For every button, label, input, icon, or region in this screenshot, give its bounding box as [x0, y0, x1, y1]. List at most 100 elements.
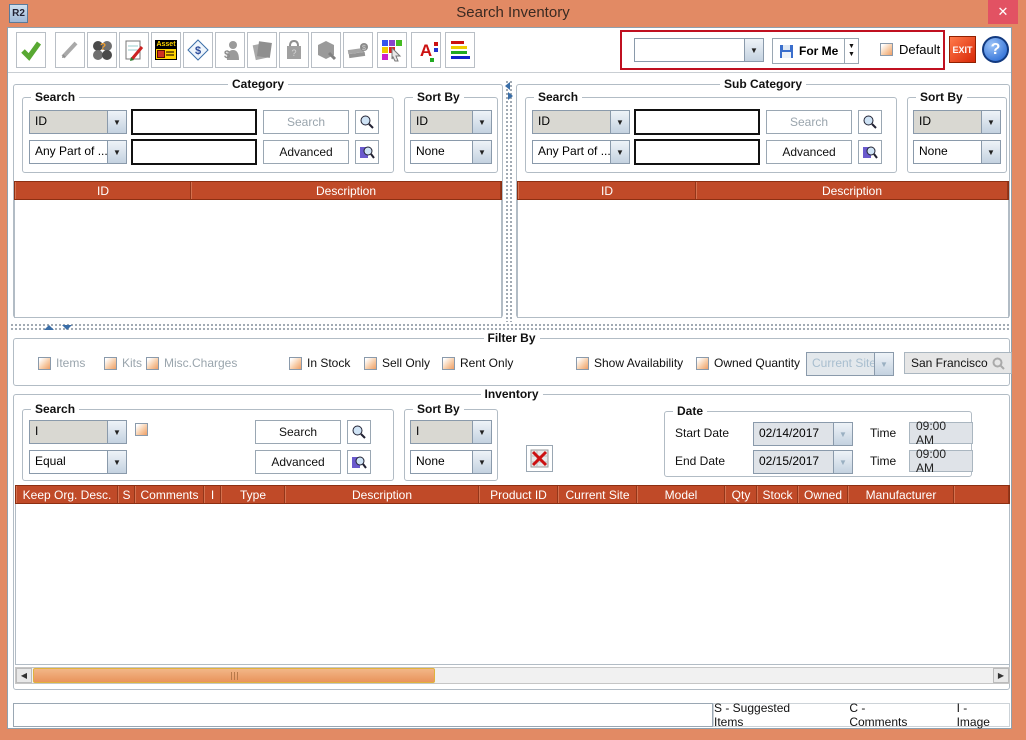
inventory-search-button[interactable]: Search — [255, 420, 341, 444]
advanced-search-icon[interactable] — [858, 140, 882, 164]
default-checkbox[interactable] — [880, 43, 893, 56]
stack-tag-icon: $ — [343, 32, 373, 68]
search-inventory-window: R2 Search Inventory ✕ ? Asset $ — [0, 0, 1026, 740]
chevron-down-icon[interactable]: ▼ — [107, 111, 126, 133]
owned-quantity-checkbox[interactable] — [696, 357, 709, 370]
svg-text:$: $ — [362, 45, 366, 52]
vertical-splitter[interactable] — [505, 80, 514, 322]
category-table-body[interactable] — [14, 200, 502, 318]
chevron-down-icon[interactable]: ▼ — [610, 141, 629, 163]
chevron-down-icon[interactable]: ▼ — [744, 39, 763, 61]
scroll-left-icon[interactable]: ◀ — [16, 668, 32, 683]
category-title: Category — [228, 77, 288, 91]
subcategory-search-input-2[interactable] — [634, 139, 760, 165]
scroll-right-icon[interactable]: ▶ — [993, 668, 1009, 683]
sell-only-checkbox[interactable] — [364, 357, 377, 370]
chevron-down-icon[interactable]: ▼ — [472, 111, 491, 133]
subcategory-title: Sub Category — [720, 77, 806, 91]
subcategory-table-body[interactable] — [517, 200, 1009, 318]
subcategory-match-combo[interactable]: Any Part of ...▼ — [532, 140, 630, 164]
category-match-combo[interactable]: Any Part of ...▼ — [29, 140, 127, 164]
inventory-match-combo[interactable]: Equal▼ — [29, 450, 127, 474]
chevron-down-icon[interactable]: ▼ — [472, 421, 491, 443]
inventory-sort-primary[interactable]: I▼ — [410, 420, 492, 444]
advanced-search-icon[interactable] — [355, 140, 379, 164]
asset-calculator-icon[interactable]: Asset — [151, 32, 181, 68]
bag-question-icon: ? — [279, 32, 309, 68]
current-site-combo: Current Site ▼ — [806, 352, 894, 376]
items-query-icon[interactable]: ? — [87, 32, 117, 68]
start-date-label: Start Date — [675, 426, 729, 440]
profile-combo[interactable]: ▼ — [634, 38, 764, 62]
subcategory-sort-secondary[interactable]: None▼ — [913, 140, 1001, 164]
chevron-down-icon[interactable]: ▼ — [981, 141, 1000, 163]
site-search-icon — [992, 357, 1005, 370]
filter-by-title: Filter By — [483, 331, 539, 345]
chevron-down-icon[interactable]: ▼ — [107, 421, 126, 443]
inventory-table-header[interactable]: Keep Org. Desc. S Comments I Type Descri… — [15, 485, 1010, 504]
start-date-combo: 02/14/2017 ▼ — [753, 422, 853, 446]
search-magnifier-icon[interactable] — [355, 110, 379, 134]
scrollbar-thumb[interactable] — [33, 668, 435, 683]
chevron-down-icon[interactable]: ▼ — [472, 451, 491, 473]
category-sortby-group: Sort By ID▼ None▼ — [404, 97, 498, 173]
splitter-down-icon[interactable] — [62, 325, 72, 330]
inventory-sort-secondary[interactable]: None▼ — [410, 450, 492, 474]
font-color-icon[interactable]: A — [411, 32, 441, 68]
box-search-icon — [311, 32, 341, 68]
exit-button[interactable]: EXIT — [949, 36, 976, 63]
show-availability-checkbox[interactable] — [576, 357, 589, 370]
profile-spinner[interactable]: ▼▼ — [844, 38, 859, 64]
rent-only-checkbox[interactable] — [442, 357, 455, 370]
clear-grid-icon[interactable] — [526, 445, 553, 472]
category-table-header[interactable]: ID Description — [14, 181, 502, 200]
help-button[interactable]: ? — [982, 36, 1009, 63]
category-panel: Category Search ID▼ Search Any Part of .… — [13, 84, 503, 318]
price-tag-icon[interactable]: $ — [183, 32, 213, 68]
subcategory-sort-primary[interactable]: ID▼ — [913, 110, 1001, 134]
date-group: Date Start Date 02/14/2017 ▼ Time 09:00 … — [664, 411, 972, 477]
subcategory-field-combo[interactable]: ID▼ — [532, 110, 630, 134]
chevron-down-icon[interactable]: ▼ — [107, 451, 126, 473]
search-magnifier-icon[interactable] — [858, 110, 882, 134]
chevron-down-icon[interactable]: ▼ — [610, 111, 629, 133]
sort-bars-icon[interactable] — [445, 32, 475, 68]
chevron-down-icon[interactable]: ▼ — [981, 111, 1000, 133]
splitter-up-icon[interactable] — [44, 325, 54, 330]
splitter-left-icon[interactable] — [505, 82, 510, 90]
inventory-advanced-button[interactable]: Advanced — [255, 450, 341, 474]
filler-column — [954, 486, 1009, 503]
confirm-check-icon[interactable] — [16, 32, 46, 68]
subcategory-search-input-1[interactable] — [634, 109, 760, 135]
category-field-combo[interactable]: ID▼ — [29, 110, 127, 134]
category-search-input-1[interactable] — [131, 109, 257, 135]
in-stock-checkbox[interactable] — [289, 357, 302, 370]
end-date-combo: 02/15/2017 ▼ — [753, 450, 853, 474]
category-advanced-button[interactable]: Advanced — [263, 140, 349, 164]
inventory-field-combo[interactable]: I▼ — [29, 420, 127, 444]
category-search-input-2[interactable] — [131, 139, 257, 165]
show-availability-checkbox-row: Show Availability — [576, 356, 683, 370]
splitter-right-icon[interactable] — [508, 92, 513, 100]
comment-input[interactable] — [13, 703, 713, 727]
end-date-label: End Date — [675, 454, 725, 468]
close-button[interactable]: ✕ — [988, 0, 1018, 24]
category-sort-secondary[interactable]: None▼ — [410, 140, 492, 164]
notes-icon[interactable] — [119, 32, 149, 68]
color-grid-cursor-icon[interactable] — [377, 32, 407, 68]
subcategory-advanced-button[interactable]: Advanced — [766, 140, 852, 164]
owned-quantity-checkbox-row: Owned Quantity — [696, 356, 800, 370]
advanced-search-icon[interactable] — [347, 450, 371, 474]
inventory-table-body[interactable] — [15, 504, 1010, 665]
horizontal-scrollbar[interactable]: ◀ ▶ — [15, 667, 1010, 684]
keyword-checkbox[interactable] — [135, 423, 148, 436]
subcategory-table-header[interactable]: ID Description — [517, 181, 1009, 200]
search-magnifier-icon[interactable] — [347, 420, 371, 444]
default-label: Default — [899, 42, 940, 57]
chevron-down-icon[interactable]: ▼ — [107, 141, 126, 163]
save-for-me-button[interactable]: For Me — [772, 38, 845, 64]
chevron-down-icon[interactable]: ▼ — [472, 141, 491, 163]
subcategory-search-button: Search — [766, 110, 852, 134]
category-sort-primary[interactable]: ID▼ — [410, 110, 492, 134]
svg-text:$: $ — [195, 45, 201, 57]
